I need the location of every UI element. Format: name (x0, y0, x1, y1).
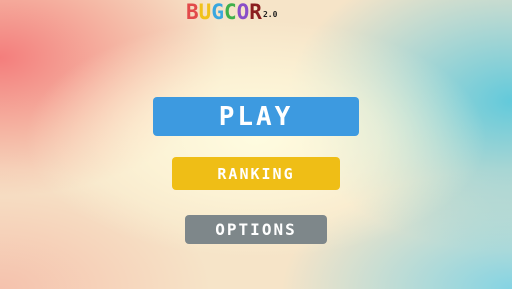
play-button[interactable]: PLAY (153, 97, 359, 136)
title-letter-r: R (249, 0, 262, 24)
title-letter-o: O (236, 0, 250, 24)
play-button-label: PLAY (218, 101, 294, 132)
title-letter-c: C (223, 0, 237, 24)
options-button[interactable]: OPTIONS (185, 215, 327, 244)
game-title-logo: B U G C O R 2.0 (186, 0, 278, 24)
title-letter-u: U (198, 0, 212, 24)
ranking-button-label: RANKING (217, 164, 295, 183)
ranking-button[interactable]: RANKING (172, 157, 340, 190)
title-letter-g: G (211, 0, 224, 24)
options-button-label: OPTIONS (215, 220, 297, 239)
version-label: 2.0 (262, 10, 278, 19)
title-letter-b: B (186, 0, 199, 24)
